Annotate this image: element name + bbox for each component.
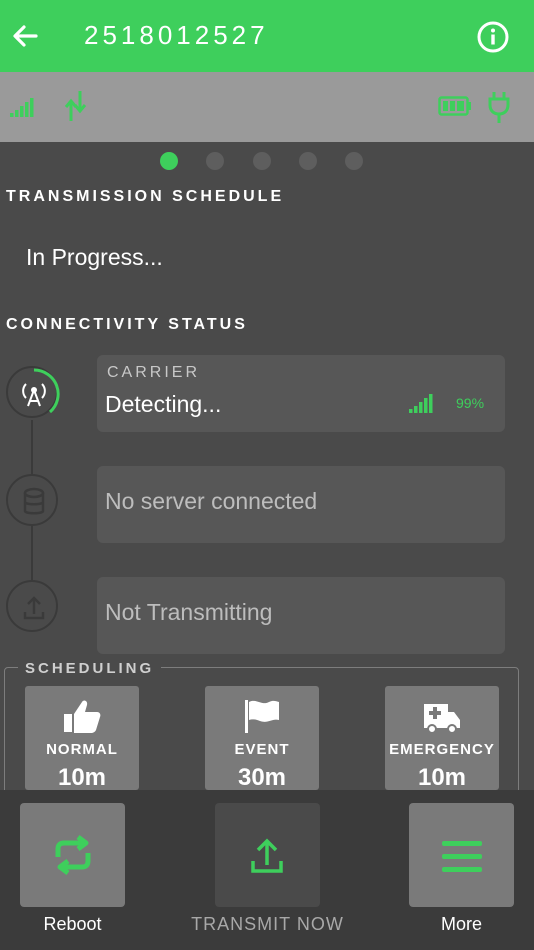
data-transfer-icon [64,91,87,121]
flag-icon [245,700,279,733]
transmit-status: Not Transmitting [105,599,273,625]
schedule-emergency-name: EMERGENCY [389,741,495,758]
carrier-value: Detecting... [105,391,222,417]
radio-tower-icon [22,368,60,414]
transmit-node [6,580,58,632]
page-dot[interactable] [345,152,363,170]
transmit-now-label: TRANSMIT NOW [191,914,344,934]
page-dot[interactable] [206,152,224,170]
transmission-schedule-heading: TRANSMISSION SCHEDULE [6,188,285,205]
ambulance-icon [424,704,460,734]
schedule-emergency-time: 10m [417,764,467,790]
more-button[interactable] [409,803,514,907]
reboot-button[interactable] [20,803,125,907]
database-icon [23,487,45,515]
signal-percent: 99% [456,395,485,411]
schedule-normal-button[interactable]: NORMAL 10m [25,686,139,790]
reboot-label: Reboot [43,914,102,934]
server-card[interactable]: No server connected [97,466,505,543]
signal-bars-icon [409,394,433,413]
upload-icon [251,838,283,873]
repeat-icon [55,835,91,875]
timeline-connector [31,526,33,582]
schedule-normal-time: 10m [57,764,107,790]
server-node [6,474,58,526]
signal-bars-icon [10,98,34,117]
page-dot-active[interactable] [160,152,178,170]
page-dot[interactable] [253,152,271,170]
more-label: More [440,914,482,934]
transmission-status-text: In Progress... [26,244,163,270]
carrier-node [6,366,60,418]
carrier-label: CARRIER [107,364,201,381]
transmit-now-button[interactable] [215,803,320,907]
transmit-card[interactable]: Not Transmitting [97,577,505,654]
page-dot[interactable] [299,152,317,170]
scheduling-heading: SCHEDULING [18,660,162,677]
schedule-event-time: 30m [237,764,287,790]
carrier-card[interactable]: CARRIER Detecting... 99% [97,355,505,432]
arrow-left-icon[interactable] [10,18,42,54]
schedule-event-button[interactable]: EVENT 30m [205,686,319,790]
upload-icon [23,596,45,620]
connectivity-status-heading: CONNECTIVITY STATUS [6,316,248,333]
info-icon[interactable] [476,20,510,54]
power-plug-icon [488,92,510,123]
schedule-normal-name: NORMAL [46,741,118,758]
schedule-emergency-button[interactable]: EMERGENCY 10m [385,686,499,790]
thumbs-up-icon [64,700,101,733]
schedule-event-name: EVENT [234,741,290,758]
app-bar: 2518012527 [0,0,534,72]
timeline-connector [31,420,33,476]
page-indicator [0,150,534,172]
device-id-title: 2518012527 [84,20,269,50]
server-status: No server connected [105,488,318,514]
menu-icon [442,841,482,872]
battery-icon [438,96,471,116]
